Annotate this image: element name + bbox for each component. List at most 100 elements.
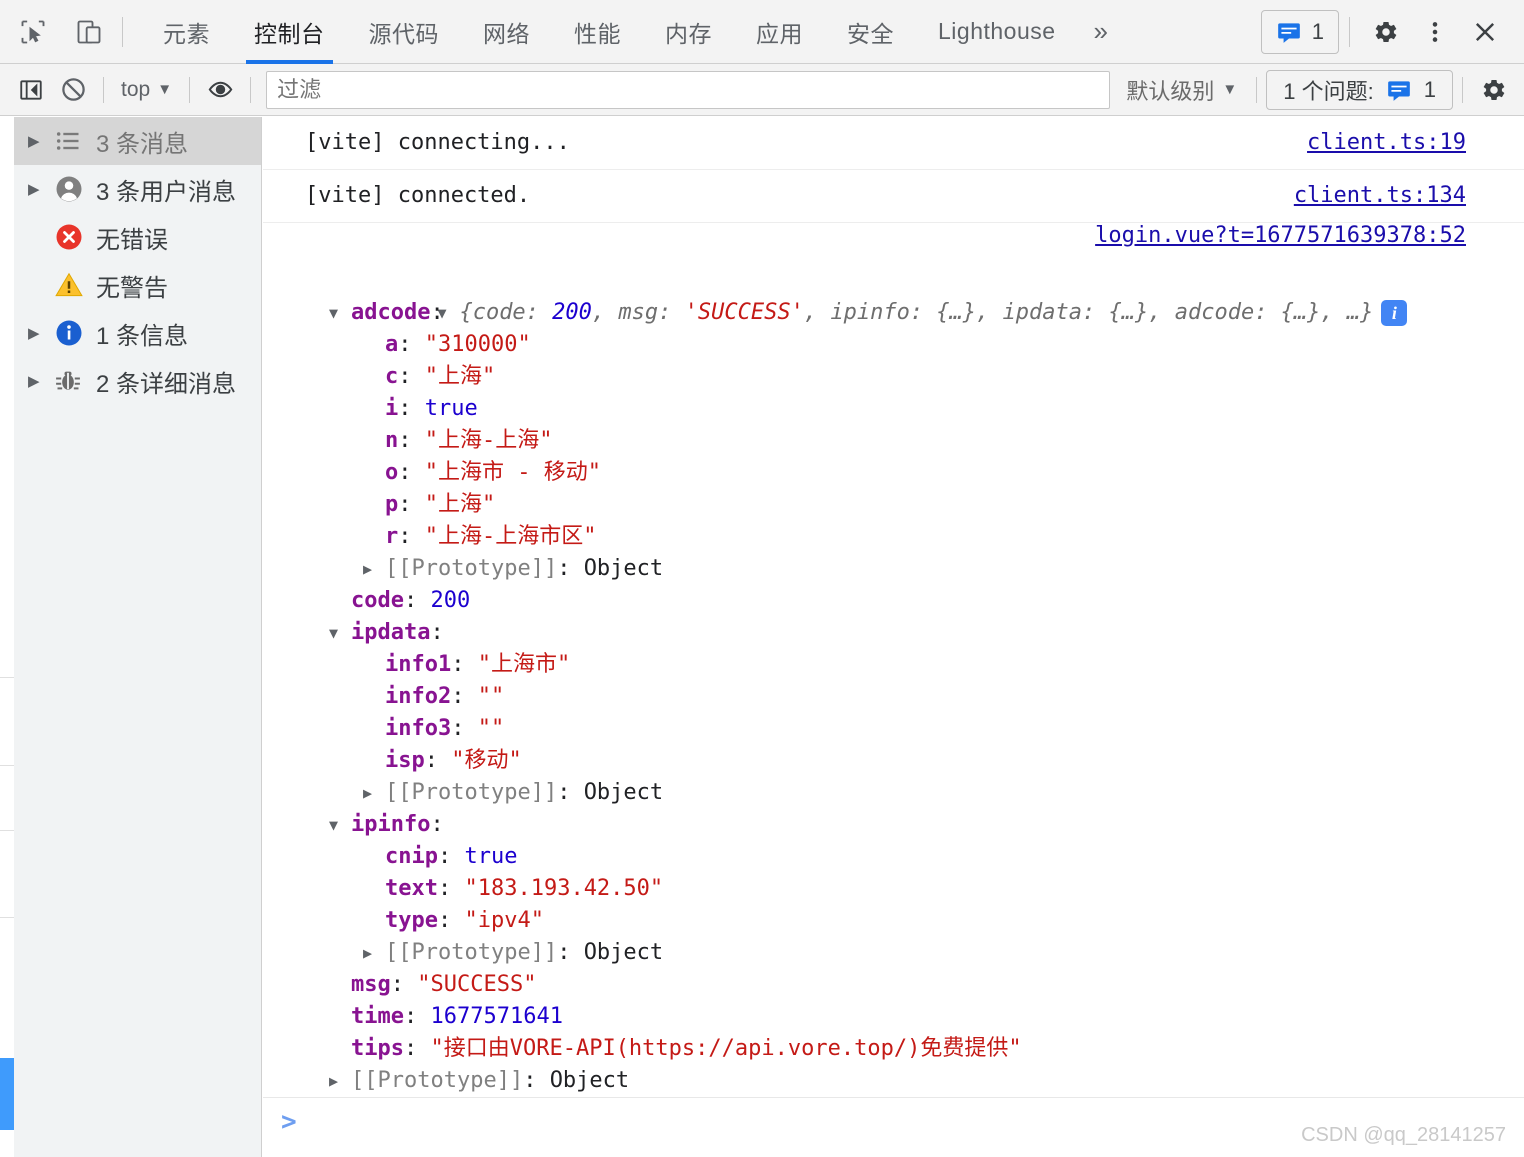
expand-triangle-icon[interactable]: ▶ [28,132,54,150]
expand-triangle-icon-4[interactable]: ▶ [28,372,54,390]
object-inspector-tree: ▼ {code: 200, msg: 'SUCCESS', ipinfo: {…}… [305,265,1524,1097]
tab-elements[interactable]: 元素 [141,0,232,64]
object-property-row[interactable]: ▶info1: "上海市" [305,649,1524,681]
more-tabs-chevron-icon[interactable]: » [1078,0,1124,64]
object-property-row[interactable]: ▶msg: "SUCCESS" [305,969,1524,1001]
property-separator: : [398,332,425,357]
log-level-label: 默认级别 [1126,78,1215,104]
tab-application[interactable]: 应用 [734,0,825,64]
message-bubble-icon [1277,22,1300,43]
tab-console[interactable]: 控制台 [232,0,347,64]
property-key: tips [351,1036,404,1061]
property-separator: : [430,812,444,837]
device-toolbar-icon[interactable] [66,9,112,55]
property-key: info3 [385,716,452,741]
sidebar-item-verbose[interactable]: ▶ 2 条详细消息 [0,357,261,405]
object-preview-line[interactable]: ▼ {code: 200, msg: 'SUCCESS', ipinfo: {…}… [305,265,1524,326]
object-property-row[interactable]: ▶type: "ipv4" [305,905,1524,937]
collapse-triangle-icon[interactable]: ▼ [329,809,351,841]
property-separator: : [403,588,431,613]
property-value: Object [583,780,664,805]
object-property-row[interactable]: ▶o: "上海市 - 移动" [305,457,1524,489]
object-property-row[interactable]: ▶info2: "" [305,681,1524,713]
object-property-row[interactable]: ▶r: "上海-上海市区" [305,521,1524,553]
inspect-cursor-icon[interactable] [10,9,56,55]
object-property-row[interactable]: ▶info3: "" [305,713,1524,745]
object-property-row[interactable]: ▼ ipinfo: [305,809,1524,841]
search-input[interactable] [266,70,1111,109]
object-property-row[interactable]: ▶p: "上海" [305,489,1524,521]
object-property-row[interactable]: ▶ [[Prototype]]: Object [305,1065,1524,1097]
expand-triangle-icon[interactable]: ▶ [329,1065,351,1097]
expand-triangle-icon-3[interactable]: ▶ [28,324,54,342]
object-property-row[interactable]: ▶code: 200 [305,585,1524,617]
property-value: "" [477,716,505,741]
tab-performance[interactable]: 性能 [552,0,643,64]
object-property-row[interactable]: ▶a: "310000" [305,329,1524,361]
object-property-row[interactable]: ▶ [[Prototype]]: Object [305,937,1524,969]
three-dots-vertical-icon[interactable] [1410,7,1460,57]
console-source-link[interactable]: client.ts:19 [1307,123,1466,163]
toolbar-divider-2 [1349,16,1350,47]
property-key: c [385,364,399,389]
sidebar-item-messages[interactable]: ▶ 3 条消息 [0,117,261,165]
property-key: [[Prototype]] [385,780,558,805]
expand-triangle-icon[interactable]: ▶ [363,937,385,969]
property-value: true [464,844,518,869]
object-property-row[interactable]: ▶c: "上海" [305,361,1524,393]
object-property-row[interactable]: ▶ [[Prototype]]: Object [305,553,1524,585]
execution-context-selector[interactable]: top ▼ [113,71,180,109]
tab-security[interactable]: 安全 [825,0,916,64]
expand-triangle-icon[interactable]: ▶ [363,553,385,585]
object-property-row[interactable]: ▶time: 1677571641 [305,1001,1524,1033]
expand-triangle-icon-2[interactable]: ▶ [28,180,54,198]
show-console-sidebar-icon[interactable] [10,69,52,111]
object-property-row[interactable]: ▶n: "上海-上海" [305,425,1524,457]
console-log-entry-2[interactable]: [vite] connected. client.ts:134 [263,170,1524,223]
sidebar-item-info[interactable]: ▶ 1 条信息 [0,309,261,357]
console-source-link-3[interactable]: login.vue?t=1677571639378:52 [1095,223,1466,248]
sidebar-item-errors-label: 无错误 [96,226,168,254]
gear-icon[interactable] [1360,7,1410,57]
object-property-row[interactable]: ▼ adcode: [305,297,1524,329]
console-settings-gear-icon[interactable] [1472,69,1514,111]
object-property-row[interactable]: ▶i: true [305,393,1524,425]
object-property-row[interactable]: ▶isp: "移动" [305,745,1524,777]
collapse-triangle-icon[interactable]: ▼ [329,617,351,649]
property-separator: : [403,1036,431,1061]
console-log-entry[interactable]: [vite] connecting... client.ts:19 [263,117,1524,170]
collapse-triangle-icon[interactable]: ▼ [329,297,351,329]
object-property-row[interactable]: ▶text: "183.193.42.50" [305,873,1524,905]
sidebar-item-errors[interactable]: ▶ 无错误 [0,213,261,261]
log-level-selector[interactable]: 默认级别 ▼ [1116,71,1247,109]
close-x-icon[interactable] [1460,7,1510,57]
expand-triangle-icon[interactable]: ▶ [363,777,385,809]
object-property-row[interactable]: ▼ ipdata: [305,617,1524,649]
object-property-row[interactable]: ▶tips: "接口由VORE-API(https://api.vore.top… [305,1033,1524,1065]
issues-counter-button[interactable]: 1 [1260,9,1339,54]
tab-performance-label: 性能 [574,20,621,47]
property-key: p [385,492,399,517]
tab-memory[interactable]: 内存 [643,0,734,64]
clear-console-icon[interactable] [52,69,94,111]
filterbar-divider-1 [103,76,104,103]
property-key: a [385,332,399,357]
object-property-row[interactable]: ▶cnip: true [305,841,1524,873]
console-source-link-2[interactable]: client.ts:134 [1294,176,1466,216]
sidebar-item-messages-label: 3 条消息 [96,130,189,158]
tab-sources[interactable]: 源代码 [347,0,462,64]
tab-network[interactable]: 网络 [461,0,552,64]
property-key: time [351,1004,404,1029]
issues-toolbar-button[interactable]: 1 个问题: 1 [1266,69,1453,110]
verbose-bug-icon [54,367,96,395]
message-bubble-icon-2 [1387,80,1410,101]
object-property-row[interactable]: ▶ [[Prototype]]: Object [305,777,1524,809]
property-separator: : [398,396,425,421]
devtools-window: 元素 控制台 源代码 网络 性能 内存 应用 安全 Lighthouse » 1 [0,0,1524,1157]
tab-lighthouse[interactable]: Lighthouse [916,0,1078,64]
property-separator: : [430,300,444,325]
live-expression-eye-icon[interactable] [199,69,241,111]
sidebar-item-warnings[interactable]: ▶ 无警告 [0,261,261,309]
sidebar-item-user-messages[interactable]: ▶ 3 条用户消息 [0,165,261,213]
property-key: msg [351,972,391,997]
